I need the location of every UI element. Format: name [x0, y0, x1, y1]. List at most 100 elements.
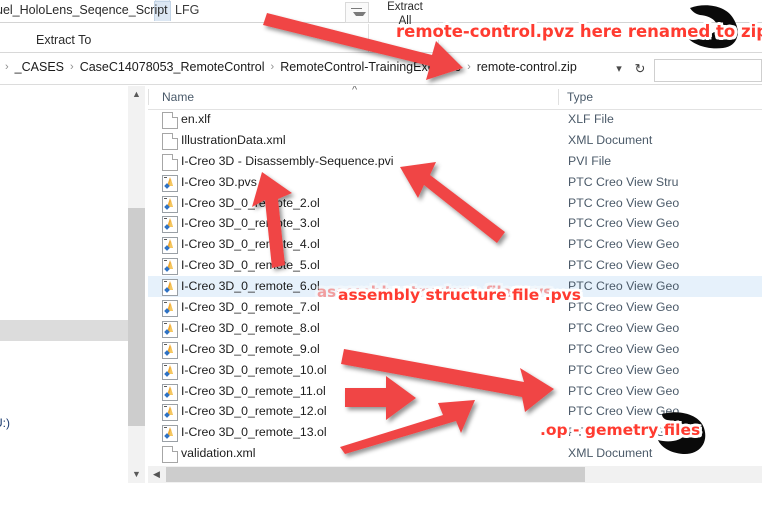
table-row[interactable]: en.xlf XLF File — [148, 109, 762, 130]
table-row[interactable]: validation.xml XML Document — [148, 443, 762, 464]
creo-view-icon — [162, 300, 178, 318]
table-row[interactable]: I-Creo 3D - Disassembly-Sequence.pvi PVI … — [148, 151, 762, 172]
file-list-horizontal-scrollbar[interactable]: ◀ — [148, 466, 762, 483]
file-type-cell: PTC Creo View Geo — [568, 216, 680, 231]
creo-view-icon — [162, 195, 178, 213]
document-icon — [162, 112, 178, 129]
creo-view-icon — [162, 383, 178, 401]
creo-view-icon — [162, 341, 178, 359]
file-type-cell: PTC Creo View Geo — [568, 341, 680, 356]
breadcrumb-separator: › — [70, 60, 74, 73]
table-row[interactable]: I-Creo 3D_0_remote_9.ol PTC Creo View Geo — [148, 339, 762, 360]
table-row[interactable]: I-Creo 3D_0_remote_12.ol PTC Creo View Ge… — [148, 401, 762, 422]
file-name-cell[interactable]: I-Creo 3D_0_remote_13.ol — [181, 425, 327, 439]
file-name-cell[interactable]: I-Creo 3D_0_remote_5.ol — [181, 258, 320, 272]
file-list-rows[interactable]: en.xlf XLF File IllustrationData.xml XML Do… — [148, 109, 762, 464]
breadcrumb-item-3[interactable]: remote-control.zip — [476, 60, 578, 74]
address-bar-divider — [0, 84, 762, 85]
nav-drive-label[interactable]: (U:) — [0, 416, 10, 430]
table-row[interactable]: I-Creo 3D_0_remote_8.ol PTC Creo View Geo — [148, 318, 762, 339]
file-name-cell[interactable]: I-Creo 3D_0_remote_3.ol — [181, 216, 320, 230]
file-name-cell[interactable]: en.xlf — [181, 112, 210, 126]
ribbon-group-divider-left — [368, 24, 369, 52]
file-type-cell: PTC Creo View Geo — [568, 300, 680, 315]
table-row[interactable]: I-Creo 3D_0_remote_3.ol PTC Creo View Geo — [148, 213, 762, 234]
column-divider-left — [148, 89, 149, 105]
chevron-down-icon — [351, 8, 362, 9]
file-type-cell: PTC Creo View Geo — [568, 404, 680, 419]
creo-view-icon — [162, 174, 178, 192]
file-type-cell: XML Document — [568, 132, 653, 147]
file-name-cell[interactable]: I-Creo 3D.pvs — [181, 175, 257, 189]
table-row[interactable]: IllustrationData.xml XML Document — [148, 130, 762, 151]
document-icon — [162, 132, 178, 150]
creo-view-icon — [162, 362, 178, 380]
file-name-cell[interactable]: I-Creo 3D_0_remote_10.ol — [181, 363, 327, 377]
extract-group-title: Extract — [387, 1, 423, 13]
file-name-cell[interactable]: I-Creo 3D_0_remote_4.ol — [181, 237, 320, 251]
address-dropdown-icon[interactable]: ▾ — [612, 62, 626, 76]
breadcrumb-separator: › — [5, 60, 9, 73]
file-name-cell[interactable]: validation.xml — [181, 446, 256, 460]
breadcrumb-separator: › — [270, 60, 275, 73]
file-type-cell: XLF File — [568, 112, 614, 126]
file-type-cell: XML Document — [568, 446, 653, 461]
tab-lfg[interactable]: LFG — [175, 3, 199, 17]
ribbon-group-collapse-button[interactable] — [345, 2, 369, 23]
horizontal-scrollbar-thumb[interactable] — [166, 467, 585, 482]
chevron-down-icon-arrow — [353, 12, 366, 16]
breadcrumb-separator: › — [467, 60, 471, 73]
file-type-cell: PTC Creo View Geo — [568, 362, 680, 377]
table-row[interactable]: I-Creo 3D_0_remote_7.ol PTC Creo View Geo — [148, 297, 762, 318]
file-type-cell: PVI File — [568, 153, 612, 168]
nav-highlighted-row[interactable] — [0, 320, 128, 341]
document-icon — [162, 153, 178, 171]
file-type-cell: PTC Creo View Geo — [568, 195, 680, 210]
extract-to-label[interactable]: Extract To — [36, 33, 91, 47]
file-name-cell[interactable]: I-Creo 3D_0_remote_11.ol — [181, 384, 326, 398]
table-row[interactable]: I-Creo 3D_0_remote_5.ol PTC Creo View Geo — [148, 255, 762, 276]
refresh-icon[interactable]: ↻ — [632, 61, 648, 77]
file-name-cell[interactable]: I-Creo 3D_0_remote_12.ol — [181, 404, 327, 418]
breadcrumb-item-0[interactable]: _CASES — [14, 60, 65, 74]
breadcrumb-item-1[interactable]: CaseC14078053_RemoteControl — [79, 60, 266, 74]
scrollbar-thumb[interactable] — [128, 208, 145, 426]
file-name-cell[interactable]: I-Creo 3D_0_remote_8.ol — [181, 321, 320, 335]
breadcrumb-item-2[interactable]: RemoteControl-TrainingExercise — [279, 60, 462, 74]
table-row[interactable]: I-Creo 3D_0_remote_2.ol PTC Creo View Geo — [148, 193, 762, 214]
breadcrumb[interactable]: › _CASES › CaseC14078053_RemoteControl › Remo… — [0, 59, 578, 80]
column-header-type[interactable]: Type — [567, 90, 593, 104]
creo-view-icon — [162, 279, 178, 297]
extract-all-group[interactable]: Extract All — [375, 0, 435, 46]
file-name-cell[interactable]: I-Creo 3D - Disassembly-Sequence.pvi — [181, 154, 394, 168]
column-divider-type[interactable] — [558, 89, 559, 105]
table-row[interactable]: I-Creo 3D_0_remote_11.ol PTC Creo View Ge… — [148, 381, 762, 402]
file-name-cell[interactable]: I-Creo 3D_0_remote_9.ol — [181, 342, 320, 356]
creo-view-icon — [162, 425, 178, 443]
table-row[interactable]: I-Creo 3D_0_remote_10.ol PTC Creo View Ge… — [148, 360, 762, 381]
ribbon-bottom-divider — [0, 52, 762, 53]
table-row[interactable]: I-Creo 3D_0_remote_13.ol PTC Creo View Ge… — [148, 422, 762, 443]
table-row[interactable]: I-Creo 3D_0_remote_4.ol PTC Creo View Geo — [148, 234, 762, 255]
navigation-pane-scroll-down-icon[interactable]: ▼ — [128, 466, 145, 483]
navigation-pane-scrollbar[interactable]: ▲ ▼ — [128, 86, 146, 481]
file-list-header[interactable]: Name ^ Type — [148, 86, 762, 110]
chevron-up-icon[interactable]: ▲ — [128, 86, 145, 103]
file-name-cell[interactable]: I-Creo 3D_0_remote_6.ol — [181, 279, 320, 293]
table-row[interactable]: I-Creo 3D.pvs PTC Creo View Stru — [148, 172, 762, 193]
search-input[interactable] — [654, 59, 762, 82]
file-name-cell[interactable]: I-Creo 3D_0_remote_7.ol — [181, 300, 320, 314]
file-name-cell[interactable]: IllustrationData.xml — [181, 133, 286, 147]
file-name-cell[interactable]: I-Creo 3D_0_remote_2.ol — [181, 196, 320, 210]
creo-view-icon — [162, 258, 178, 276]
window-bottom-strip — [0, 483, 762, 506]
chevron-left-icon[interactable]: ◀ — [148, 466, 165, 483]
caret-up-icon: ^ — [352, 86, 358, 96]
file-list[interactable]: Name ^ Type en.xlf XLF File IllustrationDa… — [148, 86, 762, 481]
column-header-name[interactable]: Name — [162, 90, 194, 104]
file-type-cell: PTC Creo View Geo — [568, 425, 680, 440]
creo-view-icon — [162, 404, 178, 422]
table-row[interactable]: I-Creo 3D_0_remote_6.ol PTC Creo View Geo — [148, 276, 762, 298]
tab-hololens-sequence-script[interactable]: uel_HoloLens_Seqence_Script — [0, 3, 168, 17]
navigation-pane[interactable]: (U:) — [0, 86, 129, 481]
